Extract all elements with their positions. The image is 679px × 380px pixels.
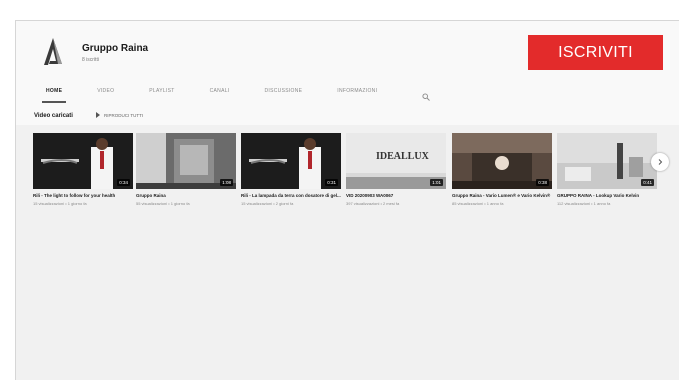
channel-header: Gruppo Raina 8 iscritti ISCRIVITI Home V…: [16, 21, 679, 125]
video-duration: 0:38: [536, 179, 549, 186]
tab-home[interactable]: Home: [41, 81, 67, 103]
video-title[interactable]: VID 20200903 WA0067: [346, 193, 446, 199]
video-thumbnail[interactable]: 0:38: [452, 133, 552, 189]
video-title[interactable]: Rili - The light to follow for your heal…: [33, 193, 133, 199]
subscribe-button[interactable]: ISCRIVITI: [528, 35, 663, 70]
svg-text:IDEALLUX: IDEALLUX: [376, 151, 430, 162]
video-card[interactable]: 0:31 Rili - La lampada da terra con dosa…: [241, 133, 341, 206]
tab-discussione[interactable]: Discussione: [265, 81, 303, 101]
channel-tabs: Home Video Playlist Canali Discussione I…: [32, 81, 377, 103]
search-icon[interactable]: [422, 88, 430, 101]
video-meta: 55 visualizzazioni • 1 giorno fa: [136, 200, 190, 206]
channel-logo[interactable]: [36, 35, 70, 69]
video-title[interactable]: GRUPPO RAINA - Lookup Vario Kelvin: [557, 193, 657, 199]
video-card[interactable]: 0:38 Gruppo Raina - Vario Lumen® e Vario…: [452, 133, 552, 206]
shelf-next-button[interactable]: [651, 153, 669, 171]
video-meta: 15 visualizzazioni • 1 giorno fa: [33, 200, 87, 206]
play-icon: [96, 112, 100, 118]
video-card[interactable]: 0:34 Rili - The light to follow for your…: [33, 133, 133, 206]
video-duration: 0:31: [325, 179, 338, 186]
video-thumbnail[interactable]: 1:08: [136, 133, 236, 189]
tab-playlist[interactable]: Playlist: [149, 81, 174, 101]
video-meta: 397 visualizzazioni • 2 mesi fa: [346, 200, 400, 206]
video-meta: 85 visualizzazioni • 1 anno fa: [452, 200, 504, 206]
video-thumbnail[interactable]: 0:41: [557, 133, 657, 189]
tab-canali[interactable]: Canali: [210, 81, 230, 101]
video-title[interactable]: Gruppo Raina - Vario Lumen® e Vario Kelv…: [452, 193, 552, 199]
video-title[interactable]: Rili - La lampada da terra con dosatore …: [241, 193, 341, 199]
video-duration: 0:34: [117, 179, 130, 186]
subscriber-count: 8 iscritti: [82, 57, 99, 63]
video-card[interactable]: 1:08 Gruppo Raina 55 visualizzazioni • 1…: [136, 133, 236, 206]
video-meta: 112 visualizzazioni • 1 anno fa: [557, 200, 611, 206]
tab-informazioni[interactable]: Informazioni: [337, 81, 377, 101]
video-title[interactable]: Gruppo Raina: [136, 193, 236, 199]
video-thumbnail[interactable]: 0:31: [241, 133, 341, 189]
channel-name: Gruppo Raina: [82, 43, 149, 54]
video-thumbnail[interactable]: 0:34: [33, 133, 133, 189]
video-duration: 1:08: [220, 179, 233, 186]
section-title: Video caricati: [34, 113, 73, 119]
play-all-button[interactable]: Riproduci tutti: [96, 112, 143, 118]
play-all-label: Riproduci tutti: [104, 112, 144, 118]
video-duration: 1:01: [430, 179, 443, 186]
chevron-right-icon: [658, 159, 663, 165]
video-meta: 15 visualizzazioni • 2 giorni fa: [241, 200, 294, 206]
channel-page: Gruppo Raina 8 iscritti ISCRIVITI Home V…: [15, 20, 679, 380]
video-thumbnail[interactable]: IDEALLUX 1:01: [346, 133, 446, 189]
video-duration: 0:41: [641, 179, 654, 186]
tab-video[interactable]: Video: [97, 81, 114, 101]
video-card[interactable]: 0:41 GRUPPO RAINA - Lookup Vario Kelvin …: [557, 133, 657, 206]
video-card[interactable]: IDEALLUX 1:01 VID 20200903 WA0067 397 vi…: [346, 133, 446, 206]
video-shelf: 0:34 Rili - The light to follow for your…: [33, 133, 663, 233]
